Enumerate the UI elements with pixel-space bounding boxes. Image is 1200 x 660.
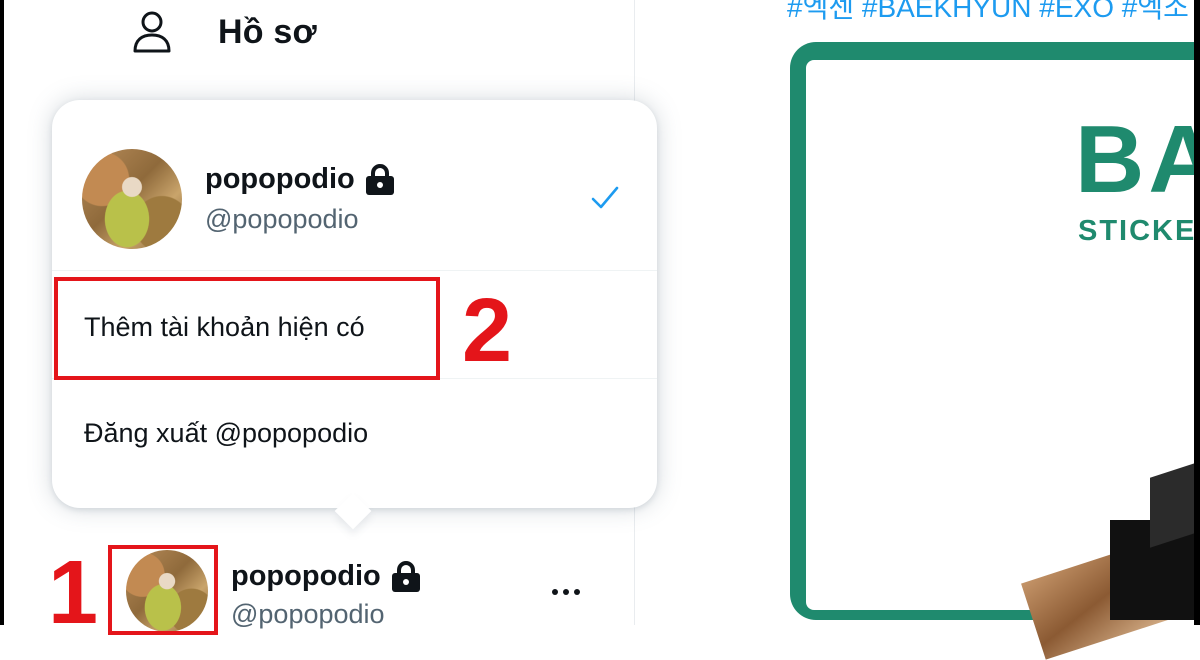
logout-item[interactable]: Đăng xuất @popopodio [84,418,368,449]
person-icon [133,11,171,53]
checkmark-icon [591,186,619,209]
nav-profile-label: Hồ sơ [218,12,317,51]
current-account-name: popopodio [205,163,397,196]
nav-profile[interactable]: Hồ sơ [132,8,317,56]
tweet-hashtags[interactable]: #엑센 #BAEKHYUN #EXO #엑소 [787,0,1189,26]
screen-frame-right [1194,0,1200,625]
account-name-text: popopodio [205,163,355,195]
current-account-row[interactable]: popopodio @popopodio [52,100,657,270]
menu-divider [52,270,657,271]
annotation-box-step1 [108,545,218,635]
lock-icon [365,163,394,195]
current-account-handle: @popopodio [205,204,359,234]
account-name-text: popopodio [231,560,381,592]
media-brand-title: BA [1075,106,1200,213]
screen-frame-left [0,0,4,625]
media-brand-subtitle: STICKE [1078,215,1197,247]
lock-icon [391,560,420,592]
annotation-box-step2 [54,277,440,380]
more-icon[interactable] [550,584,582,600]
annotation-number-step2: 2 [462,281,513,381]
current-account-avatar [82,149,182,249]
bottom-account-name: popopodio [231,560,423,593]
bottom-account-handle: @popopodio [231,599,385,629]
